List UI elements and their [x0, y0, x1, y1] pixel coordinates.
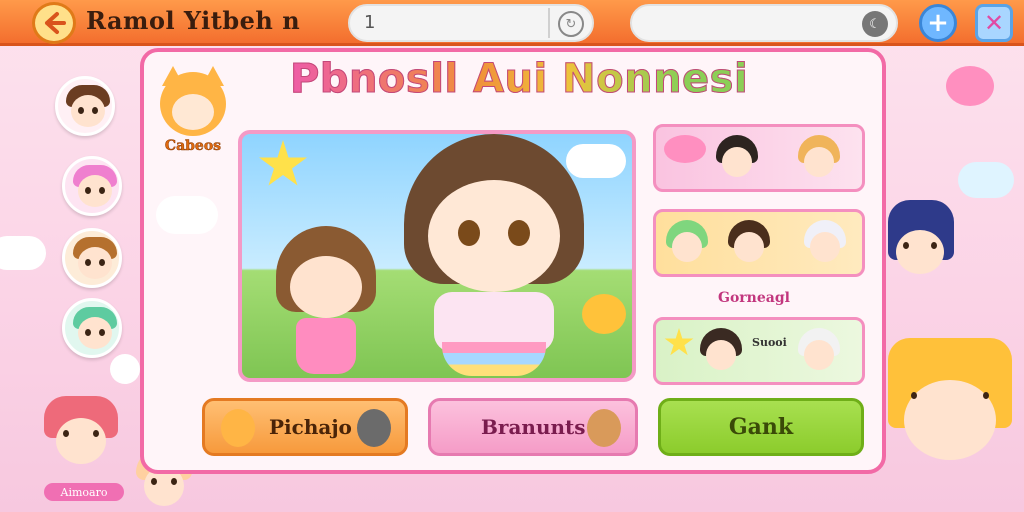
- moon-icon[interactable]: ☾: [862, 11, 888, 37]
- star-decoration: [259, 140, 307, 186]
- cloud-decoration: [110, 354, 140, 384]
- card-caption: Gorneagl: [718, 290, 790, 306]
- tree-decoration: [582, 294, 626, 334]
- star-decoration: [664, 328, 694, 356]
- balloon-decoration: [946, 66, 994, 106]
- character-card[interactable]: [653, 124, 865, 192]
- cloud-decoration: [958, 162, 1014, 198]
- add-button[interactable]: +: [919, 4, 957, 42]
- cat-face-icon: [172, 94, 214, 130]
- cloud-decoration: [156, 196, 218, 234]
- character-icon: [587, 409, 621, 447]
- character-card[interactable]: [653, 317, 865, 385]
- friend-avatar[interactable]: [62, 228, 122, 288]
- card-label: Suooi: [752, 336, 787, 349]
- close-icon: ✕: [983, 9, 1005, 37]
- character-main: [384, 134, 604, 378]
- cat-face-icon: [221, 409, 255, 447]
- character-small: [272, 226, 382, 376]
- character-portrait: [880, 338, 1020, 508]
- character-portrait: [884, 200, 958, 310]
- cat-badge[interactable]: Cabeos: [156, 66, 230, 162]
- button-label: Gank: [728, 414, 794, 440]
- close-button[interactable]: ✕: [975, 4, 1013, 42]
- app-title: Ramol Yitbeh n: [86, 6, 301, 35]
- pichajo-button[interactable]: Pichajo: [202, 398, 408, 456]
- badge-label: Cabeos: [164, 138, 222, 155]
- player-nameplate: Aimoaro: [44, 483, 124, 501]
- friend-avatar[interactable]: [62, 156, 122, 216]
- button-label: Branunts: [481, 415, 586, 439]
- friend-avatar[interactable]: [55, 76, 115, 136]
- cloud-decoration: [0, 236, 46, 270]
- button-label: Pichajo: [269, 415, 352, 439]
- panel-title: Pbnosll Aui Nonnesi: [289, 56, 749, 103]
- gank-button[interactable]: Gank: [658, 398, 864, 456]
- featured-scene[interactable]: [238, 130, 636, 382]
- top-bar: Ramol Yitbeh n 1 ↻ ☾ + ✕: [0, 0, 1024, 46]
- search-field-primary[interactable]: 1 ↻: [348, 4, 594, 42]
- cat-face-icon: [357, 409, 391, 447]
- search-value: 1: [364, 12, 376, 33]
- branunts-button[interactable]: Branunts: [428, 398, 638, 456]
- refresh-icon[interactable]: ↻: [558, 11, 584, 37]
- search-divider: [548, 8, 550, 38]
- plus-icon: +: [927, 8, 949, 38]
- character-card[interactable]: [653, 209, 865, 277]
- back-arrow-icon: [45, 12, 66, 34]
- character-portrait: [38, 392, 124, 478]
- back-button[interactable]: [32, 2, 76, 44]
- friend-avatar[interactable]: [62, 298, 122, 358]
- search-field-secondary[interactable]: ☾: [630, 4, 898, 42]
